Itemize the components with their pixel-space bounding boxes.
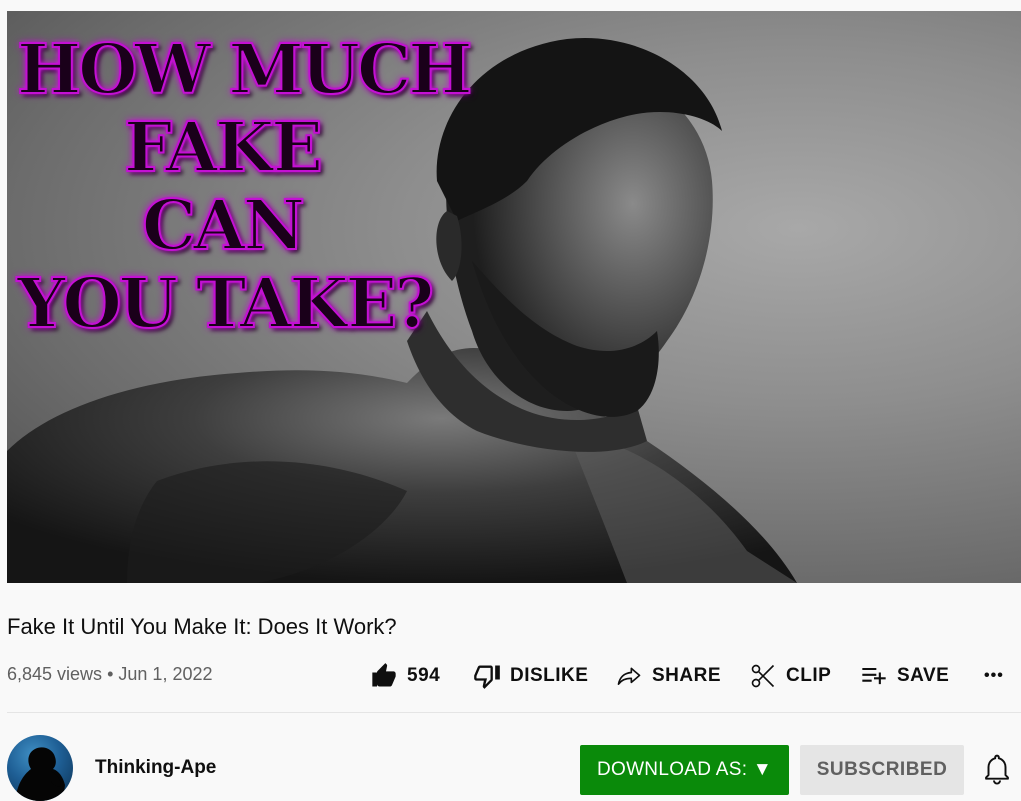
thumbnail-text-line: YOU TAKE?: [16, 264, 435, 344]
subscribed-button[interactable]: SUBSCRIBED: [800, 745, 964, 795]
more-actions-button[interactable]: •••: [984, 658, 1004, 694]
dislike-label: DISLIKE: [510, 665, 589, 686]
channel-avatar[interactable]: [7, 735, 73, 801]
video-title: Fake It Until You Make It: Does It Work?: [7, 614, 397, 639]
meta-separator: •: [107, 664, 114, 684]
clip-button[interactable]: CLIP: [749, 658, 831, 694]
thumbnail-text-line: FAKE: [123, 108, 324, 188]
notification-bell-button[interactable]: [982, 752, 1012, 786]
like-count: 594: [407, 665, 441, 686]
thumbnail-text-line: CAN: [141, 186, 306, 266]
bell-icon: [985, 754, 1009, 785]
ellipsis-icon: •••: [984, 667, 1004, 684]
share-icon: [617, 667, 641, 685]
share-label: SHARE: [652, 665, 722, 686]
channel-name[interactable]: Thinking-Ape: [95, 757, 216, 779]
like-button[interactable]: 594: [370, 658, 440, 694]
download-button[interactable]: DOWNLOAD AS: ▼: [580, 745, 789, 795]
save-button[interactable]: SAVE: [860, 658, 949, 694]
dislike-button[interactable]: DISLIKE: [473, 658, 588, 694]
video-player[interactable]: HOW MUCH FAKE CAN YOU TAKE?: [7, 11, 1021, 583]
view-count: 6,845 views: [7, 664, 103, 684]
thumbnail-overlay-text: HOW MUCH FAKE CAN YOU TAKE?: [16, 30, 473, 344]
clip-label: CLIP: [786, 665, 832, 686]
thumbs-down-icon: [474, 665, 500, 689]
upload-date: Jun 1, 2022: [118, 664, 213, 684]
thumbnail-text-line: HOW MUCH: [16, 30, 473, 110]
section-divider: [7, 712, 1021, 713]
video-meta: 6,845 views • Jun 1, 2022: [7, 662, 212, 686]
share-button[interactable]: SHARE: [615, 658, 721, 694]
scissors-icon: [751, 664, 775, 688]
ape-silhouette-icon: [15, 747, 65, 801]
playlist-add-icon: [862, 667, 886, 685]
save-label: SAVE: [897, 665, 950, 686]
thumbs-up-icon: [372, 663, 396, 687]
video-actions-bar: 594 DISLIKE SHARE CLIP SAVE •••: [360, 658, 1013, 694]
